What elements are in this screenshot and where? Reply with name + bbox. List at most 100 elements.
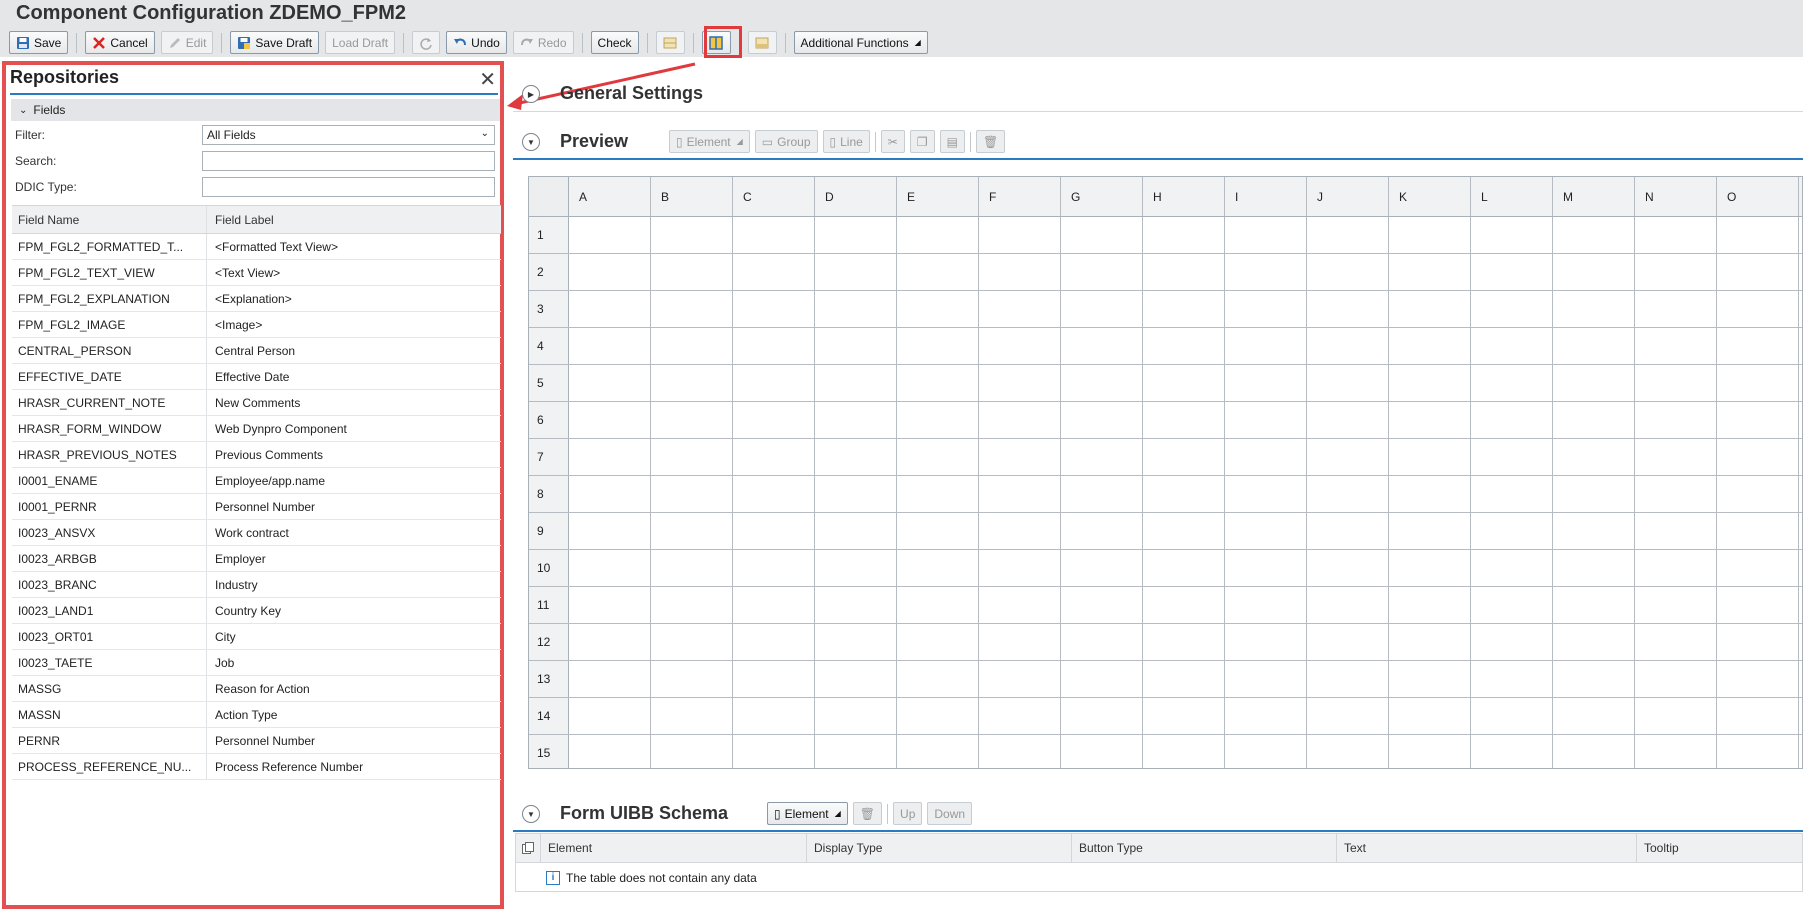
grid-cell[interactable] [1553, 217, 1635, 253]
grid-cell[interactable] [1307, 735, 1389, 768]
grid-cell[interactable] [1061, 550, 1143, 586]
grid-cell[interactable] [1225, 439, 1307, 475]
paste-button[interactable]: ▤ [939, 130, 965, 153]
grid-cell[interactable] [815, 439, 897, 475]
table-row[interactable]: MASSG Reason for Action [12, 676, 501, 702]
grid-cell[interactable] [1471, 402, 1553, 438]
grid-cell[interactable] [569, 402, 651, 438]
grid-cell[interactable] [651, 624, 733, 660]
grid-cell[interactable] [1635, 513, 1717, 549]
column-header-button-type[interactable]: Button Type [1072, 834, 1337, 862]
grid-cell[interactable] [1307, 328, 1389, 364]
grid-cell[interactable] [897, 735, 979, 768]
grid-cell[interactable] [569, 513, 651, 549]
grid-cell[interactable] [979, 439, 1061, 475]
grid-cell[interactable] [1389, 550, 1471, 586]
grid-cell[interactable] [1061, 624, 1143, 660]
grid-cell[interactable] [1471, 735, 1553, 768]
grid-cell[interactable] [979, 402, 1061, 438]
grid-cell[interactable] [651, 291, 733, 327]
grid-cell[interactable] [1307, 513, 1389, 549]
grid-cell[interactable] [651, 550, 733, 586]
table-row[interactable]: FPM_FGL2_IMAGE <Image> [12, 312, 501, 338]
expand-right-icon[interactable]: ▶ [522, 85, 540, 103]
grid-cell[interactable] [569, 587, 651, 623]
grid-cell[interactable] [651, 254, 733, 290]
grid-cell[interactable] [1389, 439, 1471, 475]
grid-cell[interactable] [1717, 217, 1799, 253]
grid-cell[interactable] [569, 476, 651, 512]
table-row[interactable]: I0023_TAETE Job [12, 650, 501, 676]
table-row[interactable]: I0001_ENAME Employee/app.name [12, 468, 501, 494]
grid-cell[interactable] [733, 365, 815, 401]
grid-cell[interactable] [1717, 624, 1799, 660]
grid-cell[interactable] [1717, 661, 1799, 697]
grid-cell[interactable] [1717, 254, 1799, 290]
grid-cell[interactable] [1553, 402, 1635, 438]
grid-cell[interactable] [1471, 476, 1553, 512]
grid-cell[interactable] [1143, 439, 1225, 475]
uibb-down-button[interactable]: Down [927, 802, 973, 825]
column-header-element[interactable]: Element [541, 834, 807, 862]
grid-cell[interactable] [1225, 587, 1307, 623]
table-row[interactable]: I0023_ARBGB Employer [12, 546, 501, 572]
grid-cell[interactable] [815, 328, 897, 364]
grid-cell[interactable] [1717, 735, 1799, 768]
grid-cell[interactable] [979, 661, 1061, 697]
grid-cell[interactable] [1717, 291, 1799, 327]
grid-cell[interactable] [1717, 513, 1799, 549]
grid-cell[interactable] [1143, 698, 1225, 734]
grid-cell[interactable] [569, 698, 651, 734]
grid-cell[interactable] [733, 698, 815, 734]
grid-cell[interactable] [1717, 402, 1799, 438]
grid-cell[interactable] [979, 587, 1061, 623]
grid-cell[interactable] [897, 513, 979, 549]
table-row[interactable]: PROCESS_REFERENCE_NU... Process Reference… [12, 754, 501, 780]
grid-cell[interactable] [1307, 661, 1389, 697]
grid-cell[interactable] [733, 217, 815, 253]
grid-cell[interactable] [1061, 439, 1143, 475]
preview-add-element-button[interactable]: ▯ Element ◢ [669, 130, 750, 153]
grid-cell[interactable] [1225, 476, 1307, 512]
grid-cell[interactable] [1471, 254, 1553, 290]
collapse-down-icon[interactable]: ▼ [522, 133, 540, 151]
grid-cell[interactable] [1635, 661, 1717, 697]
table-row[interactable]: PERNR Personnel Number [12, 728, 501, 754]
grid-cell[interactable] [1225, 254, 1307, 290]
grid-cell[interactable] [1635, 624, 1717, 660]
grid-cell[interactable] [897, 624, 979, 660]
grid-cell[interactable] [1143, 217, 1225, 253]
grid-cell[interactable] [1389, 365, 1471, 401]
search-input[interactable] [202, 151, 495, 171]
grid-cell[interactable] [1307, 365, 1389, 401]
table-row[interactable]: I0001_PERNR Personnel Number [12, 494, 501, 520]
grid-cell[interactable] [897, 402, 979, 438]
grid-cell[interactable] [1061, 402, 1143, 438]
grid-cell[interactable] [979, 328, 1061, 364]
grid-cell[interactable] [1635, 254, 1717, 290]
grid-cell[interactable] [1225, 402, 1307, 438]
grid-cell[interactable] [979, 476, 1061, 512]
grid-cell[interactable] [1553, 365, 1635, 401]
grid-cell[interactable] [1061, 365, 1143, 401]
grid-cell[interactable] [1143, 624, 1225, 660]
grid-cell[interactable] [1307, 217, 1389, 253]
grid-cell[interactable] [569, 365, 651, 401]
grid-cell[interactable] [979, 735, 1061, 768]
grid-cell[interactable] [979, 254, 1061, 290]
grid-cell[interactable] [1389, 217, 1471, 253]
grid-cell[interactable] [1225, 365, 1307, 401]
grid-cell[interactable] [1635, 402, 1717, 438]
grid-cell[interactable] [569, 661, 651, 697]
grid-cell[interactable] [1307, 254, 1389, 290]
grid-cell[interactable] [897, 476, 979, 512]
filter-select[interactable]: All Fields ⌄ [202, 125, 495, 145]
grid-cell[interactable] [569, 735, 651, 768]
grid-cell[interactable] [733, 550, 815, 586]
grid-cell[interactable] [1061, 217, 1143, 253]
grid-cell[interactable] [815, 735, 897, 768]
grid-cell[interactable] [897, 661, 979, 697]
grid-cell[interactable] [1389, 735, 1471, 768]
grid-cell[interactable] [1307, 476, 1389, 512]
grid-cell[interactable] [1061, 476, 1143, 512]
